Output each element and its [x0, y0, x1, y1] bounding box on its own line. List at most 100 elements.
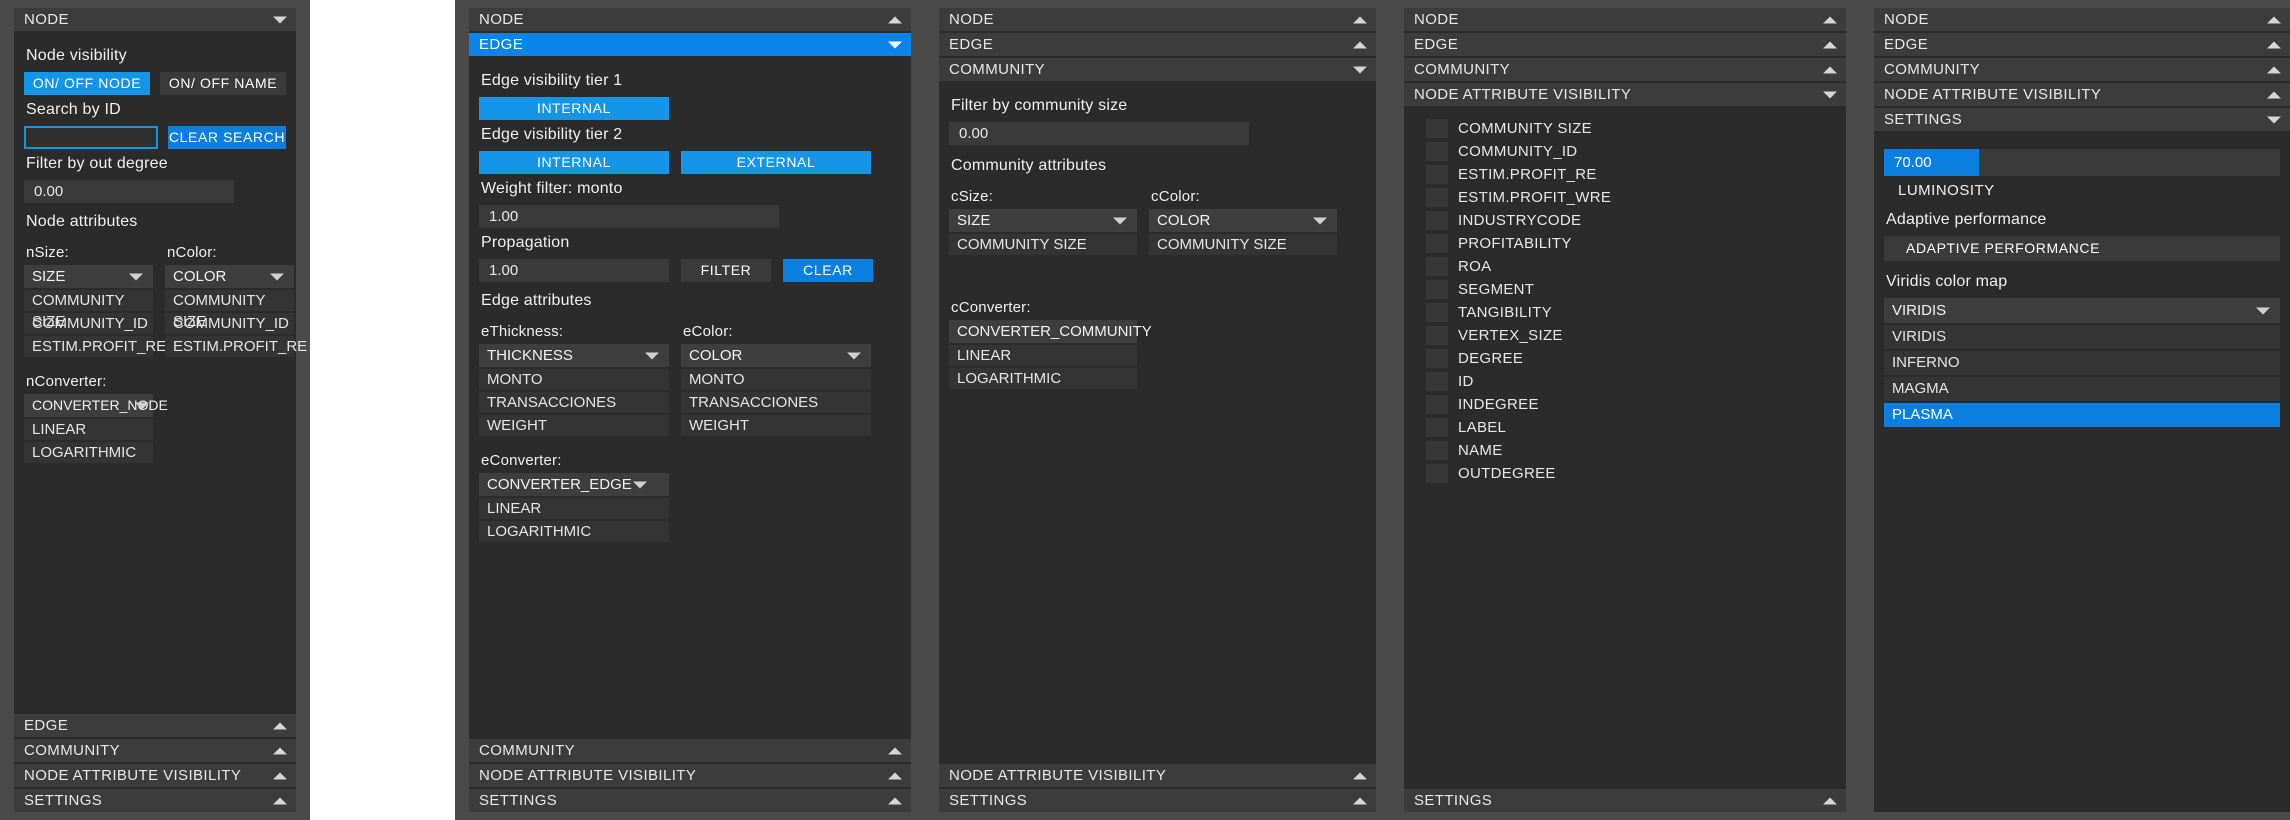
list-item[interactable]: LINEAR	[24, 419, 153, 440]
ecolor-select[interactable]: COLOR	[681, 344, 871, 367]
section-header-edge[interactable]: EDGE	[14, 714, 296, 737]
section-header-edge[interactable]: EDGE	[1404, 33, 1846, 56]
section-header-settings[interactable]: SETTINGS	[1874, 108, 2290, 131]
list-item[interactable]: LINEAR	[479, 498, 669, 519]
section-header-community[interactable]: COMMUNITY	[1874, 58, 2290, 81]
luminosity-slider[interactable]: 70.00	[1884, 149, 2280, 176]
checkbox-icon[interactable]	[1426, 326, 1448, 345]
clear-button[interactable]: CLEAR	[783, 259, 873, 282]
list-item[interactable]: ID	[1426, 371, 1836, 392]
list-item[interactable]: COMMUNITY_ID	[165, 313, 294, 334]
list-item[interactable]: SEGMENT	[1426, 279, 1836, 300]
section-header-node[interactable]: NODE	[1874, 8, 2290, 31]
list-item[interactable]: PLASMA	[1884, 403, 2280, 427]
checkbox-icon[interactable]	[1426, 211, 1448, 230]
section-header-edge[interactable]: EDGE	[1874, 33, 2290, 56]
tier2-external-button[interactable]: EXTERNAL	[681, 151, 871, 174]
checkbox-icon[interactable]	[1426, 464, 1448, 483]
checkbox-icon[interactable]	[1426, 119, 1448, 138]
section-header-settings[interactable]: SETTINGS	[469, 789, 911, 812]
weight-filter-input[interactable]: 1.00	[479, 205, 779, 228]
econverter-select[interactable]: CONVERTER_EDGE	[479, 473, 669, 496]
list-item[interactable]: COMMUNITY SIZE	[165, 290, 294, 330]
section-header-community[interactable]: COMMUNITY	[1404, 58, 1846, 81]
list-item[interactable]: LOGARITHMIC	[24, 442, 153, 463]
list-item[interactable]: TANGIBILITY	[1426, 302, 1836, 323]
list-item[interactable]: COMMUNITY_ID	[24, 313, 153, 334]
list-item[interactable]: INFERNO	[1884, 351, 2280, 375]
section-header-community[interactable]: COMMUNITY	[939, 58, 1376, 81]
filter-community-size-input[interactable]: 0.00	[949, 122, 1249, 145]
list-item[interactable]: VERTEX_SIZE	[1426, 325, 1836, 346]
section-header-settings[interactable]: SETTINGS	[939, 789, 1376, 812]
list-item[interactable]: COMMUNITY SIZE	[1426, 118, 1836, 139]
list-item[interactable]: MONTO	[479, 369, 669, 390]
adaptive-performance-button[interactable]: ADAPTIVE PERFORMANCE	[1884, 236, 2280, 261]
checkbox-icon[interactable]	[1426, 441, 1448, 460]
list-item[interactable]: TRANSACCIONES	[681, 392, 871, 413]
section-header-node-attribute-visibility[interactable]: NODE ATTRIBUTE VISIBILITY	[469, 764, 911, 787]
nsize-select[interactable]: SIZE	[24, 265, 153, 288]
list-item[interactable]: MAGMA	[1884, 377, 2280, 401]
list-item[interactable]: MONTO	[681, 369, 871, 390]
section-header-node-attribute-visibility[interactable]: NODE ATTRIBUTE VISIBILITY	[939, 764, 1376, 787]
list-item[interactable]: INDEGREE	[1426, 394, 1836, 415]
checkbox-icon[interactable]	[1426, 303, 1448, 322]
list-item[interactable]: PROFITABILITY	[1426, 233, 1836, 254]
colormap-select[interactable]: VIRIDIS	[1884, 298, 2280, 323]
nconverter-select[interactable]: CONVERTER_NODE	[24, 394, 168, 417]
on-off-node-button[interactable]: ON/ OFF NODE	[24, 72, 150, 95]
cconverter-select[interactable]: CONVERTER_COMMUNITY	[949, 320, 1152, 343]
checkbox-icon[interactable]	[1426, 395, 1448, 414]
list-item[interactable]: COMMUNITY_ID	[1426, 141, 1836, 162]
list-item[interactable]: COMMUNITY SIZE	[24, 290, 153, 330]
checkbox-icon[interactable]	[1426, 234, 1448, 253]
list-item[interactable]: LOGARITHMIC	[479, 521, 669, 542]
list-item[interactable]: LABEL	[1426, 417, 1836, 438]
checkbox-icon[interactable]	[1426, 372, 1448, 391]
checkbox-icon[interactable]	[1426, 188, 1448, 207]
section-header-node[interactable]: NODE	[939, 8, 1376, 31]
filter-button[interactable]: FILTER	[681, 259, 771, 282]
clear-search-button[interactable]: CLEAR SEARCH	[168, 126, 286, 149]
csize-select[interactable]: SIZE	[949, 209, 1137, 232]
section-header-settings[interactable]: SETTINGS	[14, 789, 296, 812]
section-header-node-attribute-visibility[interactable]: NODE ATTRIBUTE VISIBILITY	[1404, 83, 1846, 106]
section-header-node-attribute-visibility[interactable]: NODE ATTRIBUTE VISIBILITY	[1874, 83, 2290, 106]
on-off-name-button[interactable]: ON/ OFF NAME	[160, 72, 286, 95]
checkbox-icon[interactable]	[1426, 142, 1448, 161]
section-header-node-attribute-visibility[interactable]: NODE ATTRIBUTE VISIBILITY	[14, 764, 296, 787]
list-item[interactable]: OUTDEGREE	[1426, 463, 1836, 484]
list-item[interactable]: ESTIM.PROFIT_RE	[165, 336, 307, 357]
list-item[interactable]: ESTIM.PROFIT_WRE	[1426, 187, 1836, 208]
section-header-community[interactable]: COMMUNITY	[469, 739, 911, 762]
list-item[interactable]: ESTIM.PROFIT_RE	[24, 336, 166, 357]
checkbox-icon[interactable]	[1426, 349, 1448, 368]
section-header-node[interactable]: NODE	[1404, 8, 1846, 31]
list-item[interactable]: WEIGHT	[681, 415, 871, 436]
list-item[interactable]: ESTIM.PROFIT_RE	[1426, 164, 1836, 185]
filter-out-degree-input[interactable]: 0.00	[24, 180, 234, 203]
list-item[interactable]: WEIGHT	[479, 415, 669, 436]
ethickness-select[interactable]: THICKNESS	[479, 344, 669, 367]
luminosity-slider-fill[interactable]: 70.00	[1884, 149, 1979, 176]
list-item[interactable]: NAME	[1426, 440, 1836, 461]
ccolor-select[interactable]: COLOR	[1149, 209, 1337, 232]
section-header-node[interactable]: NODE	[14, 8, 296, 31]
section-header-edge[interactable]: EDGE	[939, 33, 1376, 56]
section-header-node[interactable]: NODE	[469, 8, 911, 31]
list-item[interactable]: COMMUNITY SIZE	[1149, 234, 1337, 255]
tier1-internal-button[interactable]: INTERNAL	[479, 97, 669, 120]
checkbox-icon[interactable]	[1426, 165, 1448, 184]
checkbox-icon[interactable]	[1426, 418, 1448, 437]
section-header-community[interactable]: COMMUNITY	[14, 739, 296, 762]
checkbox-icon[interactable]	[1426, 280, 1448, 299]
list-item[interactable]: LINEAR	[949, 345, 1137, 366]
list-item[interactable]: VIRIDIS	[1884, 325, 2280, 349]
ncolor-select[interactable]: COLOR	[165, 265, 294, 288]
list-item[interactable]: LOGARITHMIC	[949, 368, 1137, 389]
propagation-input[interactable]: 1.00	[479, 259, 669, 282]
tier2-internal-button[interactable]: INTERNAL	[479, 151, 669, 174]
search-input[interactable]	[24, 126, 158, 149]
list-item[interactable]: COMMUNITY SIZE	[949, 234, 1137, 255]
